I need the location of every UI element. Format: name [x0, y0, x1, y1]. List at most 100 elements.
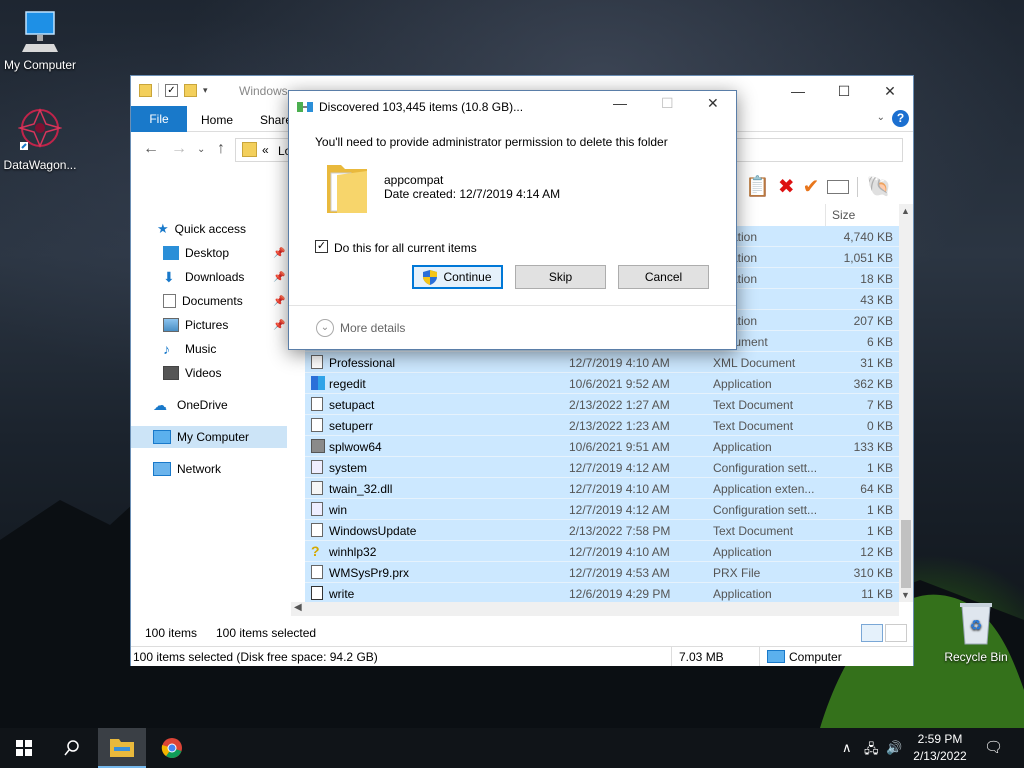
tab-file[interactable]: File: [131, 106, 187, 132]
text-file-icon: [311, 397, 323, 411]
delete-icon[interactable]: ✖: [778, 174, 795, 199]
continue-button[interactable]: Continue: [412, 265, 503, 289]
nav-label: Network: [177, 462, 222, 476]
nav-label: Pictures: [185, 318, 229, 332]
scrollbar-thumb[interactable]: [901, 520, 911, 588]
maximize-icon[interactable]: ☐: [661, 95, 674, 112]
horizontal-scrollbar[interactable]: ◀: [291, 602, 899, 616]
checkmark-icon[interactable]: ✔: [803, 174, 820, 199]
file-move-icon: [297, 102, 313, 112]
desktop-icon-my-computer[interactable]: My Computer: [0, 10, 80, 72]
cancel-button[interactable]: Cancel: [618, 265, 709, 289]
uac-shield-icon: [423, 269, 438, 285]
folder-icon[interactable]: [139, 83, 152, 97]
table-row[interactable]: splwow64 10/6/2021 9:51 AM Application 1…: [305, 436, 899, 457]
column-header-size[interactable]: Size: [832, 208, 855, 222]
close-icon[interactable]: ✕: [867, 76, 913, 106]
nav-item-documents[interactable]: Documents 📌: [131, 290, 291, 312]
table-row[interactable]: WMSysPr9.prx 12/7/2019 4:53 AM PRX File …: [305, 562, 899, 583]
minimize-icon[interactable]: —: [775, 76, 821, 106]
nav-item-pictures[interactable]: Pictures 📌: [131, 314, 291, 336]
taskbar-chrome[interactable]: [148, 728, 196, 768]
item-count: 100 items: [145, 626, 198, 640]
back-arrow-icon[interactable]: ←: [143, 140, 159, 158]
network-icon: [153, 462, 171, 476]
table-row[interactable]: write 12/6/2019 4:29 PM Application 11 K…: [305, 583, 899, 604]
checkbox-label[interactable]: Do this for all current items: [334, 241, 477, 255]
table-row[interactable]: Professional 12/7/2019 4:10 AM XML Docum…: [305, 352, 899, 373]
chevron-up-icon[interactable]: ∧: [842, 740, 852, 756]
window-title: Windows: [239, 84, 288, 98]
xml-file-icon: [311, 355, 323, 369]
nav-item-quick-access[interactable]: ★ Quick access: [131, 218, 291, 240]
details-view-icon[interactable]: [861, 624, 883, 642]
write-app-icon: [311, 586, 323, 600]
network-icon[interactable]: 🖧: [864, 740, 879, 762]
system-clock[interactable]: 2:59 PM 2/13/2022: [908, 731, 972, 765]
skip-button[interactable]: Skip: [515, 265, 606, 289]
desktop-icon-recycle-bin[interactable]: ♻ Recycle Bin: [936, 600, 1016, 664]
search-button[interactable]: [48, 728, 96, 768]
blank-file-icon: [311, 565, 323, 579]
scroll-down-icon[interactable]: ▼: [901, 590, 910, 600]
pin-icon: 📌: [273, 295, 286, 307]
vertical-scrollbar[interactable]: ▲ ▼: [899, 204, 913, 602]
desktop-icon-label: My Computer: [3, 58, 77, 72]
dll-file-icon: [311, 481, 323, 495]
nav-item-network[interactable]: Network: [131, 458, 291, 480]
clipboard-icon[interactable]: 📋: [745, 174, 770, 199]
customize-dropdown-icon[interactable]: ▾: [203, 85, 208, 96]
chevron-down-icon[interactable]: ⌄: [316, 319, 334, 337]
up-arrow-icon[interactable]: ↑: [217, 140, 225, 158]
table-row[interactable]: twain_32.dll 12/7/2019 4:10 AM Applicati…: [305, 478, 899, 499]
nav-item-desktop[interactable]: Desktop 📌: [131, 242, 291, 264]
nav-item-onedrive[interactable]: ☁ OneDrive: [131, 394, 291, 416]
forward-arrow-icon[interactable]: →: [171, 140, 187, 158]
volume-icon[interactable]: 🔊: [886, 740, 902, 756]
column-divider: [825, 204, 826, 226]
breadcrumb-overflow[interactable]: «: [262, 143, 269, 157]
table-row[interactable]: regedit 10/6/2021 9:52 AM Application 36…: [305, 373, 899, 394]
scroll-left-icon[interactable]: ◀: [294, 602, 302, 613]
star-icon: ★: [157, 221, 169, 236]
ribbon-expand-icon[interactable]: ⌄: [877, 112, 885, 123]
chrome-icon: [161, 738, 182, 758]
help-icon[interactable]: ?: [892, 110, 909, 127]
recent-locations-chevron-icon[interactable]: ⌄: [197, 144, 205, 155]
nav-item-music[interactable]: ♪ Music: [131, 338, 291, 360]
nav-item-downloads[interactable]: ⬇ Downloads 📌: [131, 266, 291, 288]
notification-icon[interactable]: 🗨: [984, 738, 1003, 756]
taskbar: ∧ 🖧 🔊 2:59 PM 2/13/2022 🗨: [0, 728, 1024, 768]
apply-to-all-checkbox[interactable]: ✓: [315, 240, 328, 253]
table-row[interactable]: ? winhlp32 12/7/2019 4:10 AM Application…: [305, 541, 899, 562]
clock-date: 2/13/2022: [913, 749, 967, 763]
minimize-icon[interactable]: —: [613, 95, 627, 111]
table-row[interactable]: WindowsUpdate 2/13/2022 7:58 PM Text Doc…: [305, 520, 899, 541]
start-button[interactable]: [0, 728, 48, 768]
large-icons-view-icon[interactable]: [885, 624, 907, 642]
maximize-icon[interactable]: ☐: [821, 76, 867, 106]
more-details-toggle[interactable]: More details: [340, 321, 405, 335]
table-row[interactable]: setupact 2/13/2022 1:27 AM Text Document…: [305, 394, 899, 415]
table-row[interactable]: win 12/7/2019 4:12 AM Configuration sett…: [305, 499, 899, 520]
rename-icon[interactable]: [827, 179, 850, 194]
command-toolbar: 📋 ✖ ✔ 🐚: [745, 174, 891, 199]
nav-item-my-computer[interactable]: My Computer: [131, 426, 287, 448]
taskbar-file-explorer[interactable]: [98, 728, 146, 768]
close-icon[interactable]: ✕: [707, 95, 719, 112]
nav-item-videos[interactable]: Videos: [131, 362, 291, 384]
new-folder-icon[interactable]: [184, 83, 197, 97]
desktop-icon-label: Recycle Bin: [944, 650, 1008, 664]
folder-date-created: Date created: 12/7/2019 4:14 AM: [384, 187, 561, 201]
properties-icon[interactable]: ✓: [165, 83, 178, 97]
table-row[interactable]: system 12/7/2019 4:12 AM Configuration s…: [305, 457, 899, 478]
divider: [759, 647, 760, 666]
shell-icon[interactable]: 🐚: [866, 174, 891, 199]
scroll-up-icon[interactable]: ▲: [901, 206, 910, 216]
tab-home[interactable]: Home: [201, 113, 233, 127]
folder-icon: [327, 165, 367, 213]
desktop-icon-datawagon[interactable]: DataWagon...: [0, 106, 80, 172]
table-row[interactable]: setuperr 2/13/2022 1:23 AM Text Document…: [305, 415, 899, 436]
clock-time: 2:59 PM: [917, 732, 963, 746]
dialog-title: Discovered 103,445 items (10.8 GB)...: [319, 100, 524, 114]
